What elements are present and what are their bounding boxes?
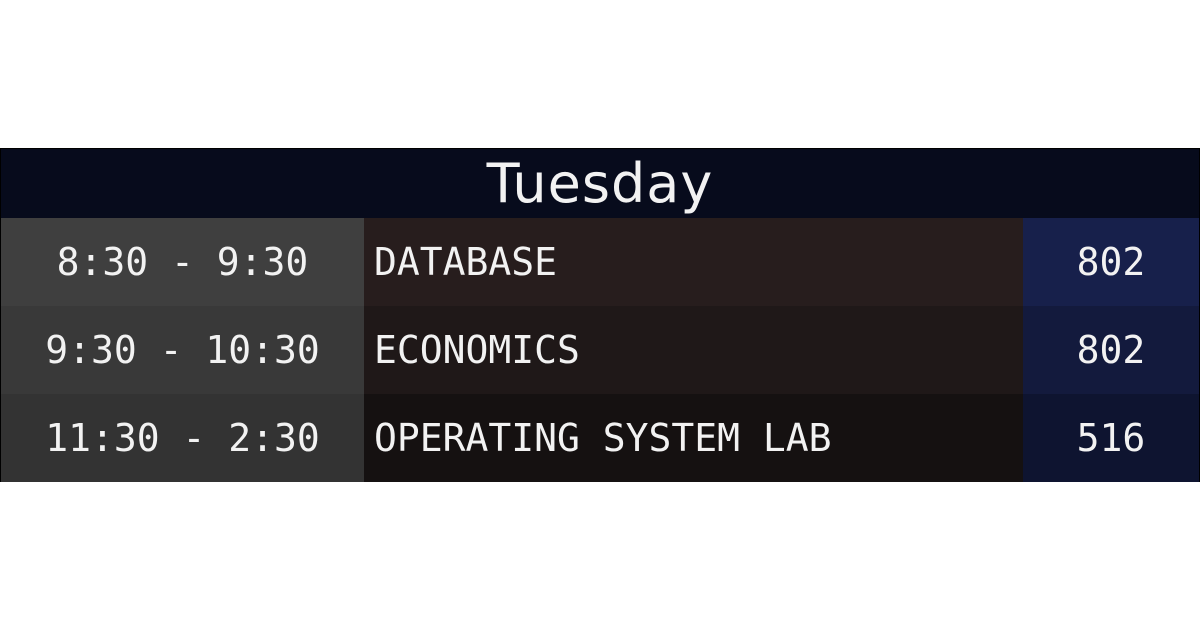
day-title: Tuesday xyxy=(1,149,1199,218)
subject-name: ECONOMICS xyxy=(364,306,1023,394)
time-slot: 8:30 - 9:30 xyxy=(1,218,364,306)
schedule-row: 11:30 - 2:30 OPERATING SYSTEM LAB 516 xyxy=(1,394,1199,482)
schedule-board: Tuesday 8:30 - 9:30 DATABASE 802 9:30 - … xyxy=(0,148,1200,482)
room-number: 802 xyxy=(1023,218,1199,306)
subject-name: OPERATING SYSTEM LAB xyxy=(364,394,1023,482)
time-slot: 9:30 - 10:30 xyxy=(1,306,364,394)
subject-name: DATABASE xyxy=(364,218,1023,306)
schedule-row: 9:30 - 10:30 ECONOMICS 802 xyxy=(1,306,1199,394)
time-slot: 11:30 - 2:30 xyxy=(1,394,364,482)
schedule-row: 8:30 - 9:30 DATABASE 802 xyxy=(1,218,1199,306)
room-number: 802 xyxy=(1023,306,1199,394)
room-number: 516 xyxy=(1023,394,1199,482)
